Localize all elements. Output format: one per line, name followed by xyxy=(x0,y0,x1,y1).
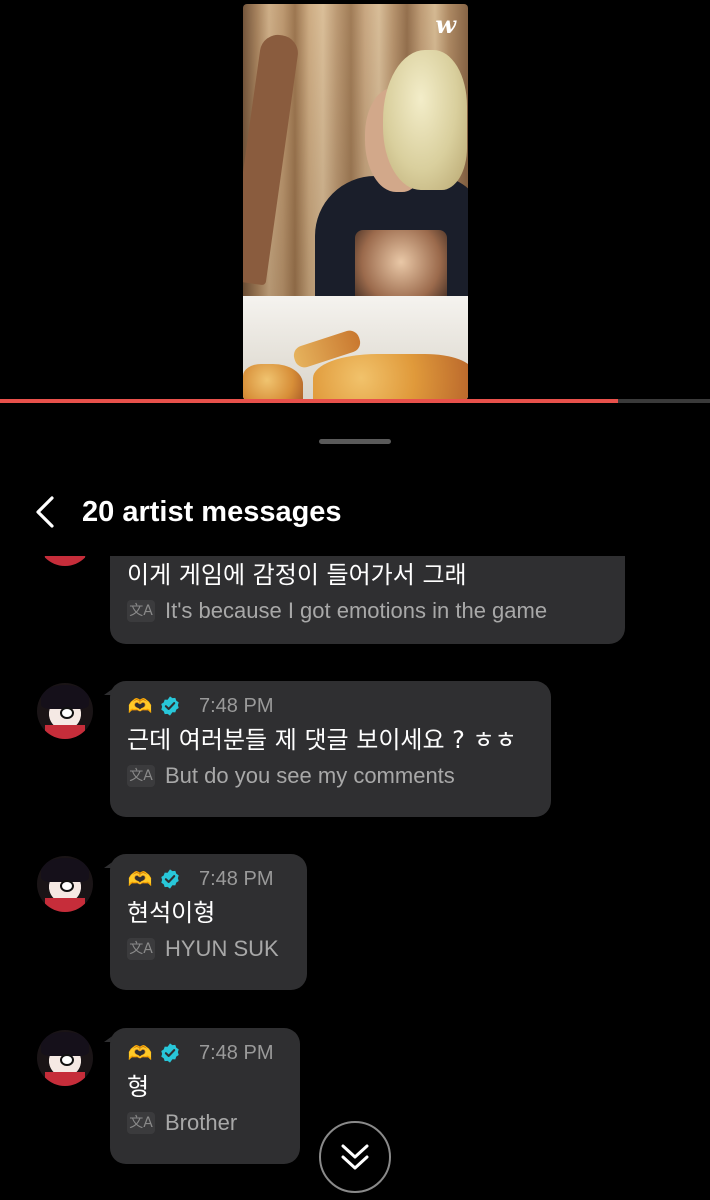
avatar-collar xyxy=(45,556,85,566)
sheet-drag-handle[interactable] xyxy=(319,439,391,444)
avatar-eye xyxy=(60,1054,74,1066)
translated-text: Brother xyxy=(165,1110,238,1135)
video-pizza xyxy=(313,354,468,400)
message-list[interactable]: 이게 게임에 감정이 들어가서 그래 文A It's because I got… xyxy=(0,556,710,1200)
avatar-collar xyxy=(45,898,85,912)
translated-text: It's because I got emotions in the game xyxy=(165,598,548,623)
avatar-hair xyxy=(41,858,89,882)
message-translation: 文A It's because I got emotions in the ga… xyxy=(127,594,607,628)
message-translation: 文A HYUN SUK xyxy=(127,932,289,966)
double-chevron-down-icon xyxy=(341,1144,369,1170)
message-bubble: 이게 게임에 감정이 들어가서 그래 文A It's because I got… xyxy=(110,556,625,644)
translate-icon: 文A xyxy=(127,765,155,787)
translate-icon: 文A xyxy=(127,938,155,960)
scroll-to-bottom-button[interactable] xyxy=(319,1121,391,1193)
message-translation: 文A But do you see my comments xyxy=(127,759,533,793)
verified-badge-icon xyxy=(161,1043,179,1063)
back-button[interactable] xyxy=(28,494,62,530)
video-progress-bar[interactable] xyxy=(0,399,710,403)
avatar-hair xyxy=(41,1032,89,1056)
avatar[interactable] xyxy=(37,1030,93,1086)
messages-header: 20 artist messages xyxy=(0,488,710,538)
message-meta: 🫶 7:48 PM xyxy=(127,866,289,892)
message-translation: 文A Brother xyxy=(127,1106,282,1140)
message-time: 7:48 PM xyxy=(199,694,274,717)
avatar-eye xyxy=(60,707,74,719)
message-original-text: 현석이형 xyxy=(127,899,216,927)
message-time: 7:48 PM xyxy=(199,867,274,890)
message-original-text: 형 xyxy=(127,1073,150,1101)
heart-hands-icon: 🫶 xyxy=(127,1041,153,1065)
message-time: 7:48 PM xyxy=(199,1041,274,1064)
avatar[interactable] xyxy=(37,683,93,739)
verified-badge-icon xyxy=(161,869,179,889)
video-progress-fill xyxy=(0,399,618,403)
verified-badge-icon xyxy=(161,696,179,716)
message-bubble: 🫶 7:48 PM 근데 여러분들 제 댓글 보이세요 ? ㅎㅎ 文A But … xyxy=(110,681,551,817)
message-meta: 🫶 7:48 PM xyxy=(127,1040,282,1066)
video-player[interactable]: w xyxy=(243,4,468,400)
translated-text: But do you see my comments xyxy=(165,763,455,788)
avatar-collar xyxy=(45,725,85,739)
avatar-eye xyxy=(60,880,74,892)
message-original-text: 근데 여러분들 제 댓글 보이세요 ? ㅎㅎ xyxy=(127,726,517,754)
message-bubble: 🫶 7:48 PM 형 文A Brother xyxy=(110,1028,300,1164)
heart-hands-icon: 🫶 xyxy=(127,694,153,718)
message-bubble: 🫶 7:48 PM 현석이형 文A HYUN SUK xyxy=(110,854,307,990)
heart-hands-icon: 🫶 xyxy=(127,867,153,891)
video-pizza-slice xyxy=(243,364,303,400)
video-person-hair xyxy=(383,50,467,190)
chevron-left-icon xyxy=(36,496,54,528)
avatar[interactable] xyxy=(37,556,93,566)
weverse-logo: w xyxy=(435,10,456,39)
avatar[interactable] xyxy=(37,856,93,912)
translated-text: HYUN SUK xyxy=(165,936,279,961)
translate-icon: 文A xyxy=(127,1112,155,1134)
message-meta: 🫶 7:48 PM xyxy=(127,693,533,719)
avatar-collar xyxy=(45,1072,85,1086)
translate-icon: 文A xyxy=(127,600,155,622)
avatar-hair xyxy=(41,685,89,709)
page-title: 20 artist messages xyxy=(82,496,342,528)
message-original-text: 이게 게임에 감정이 들어가서 그래 xyxy=(127,561,467,589)
